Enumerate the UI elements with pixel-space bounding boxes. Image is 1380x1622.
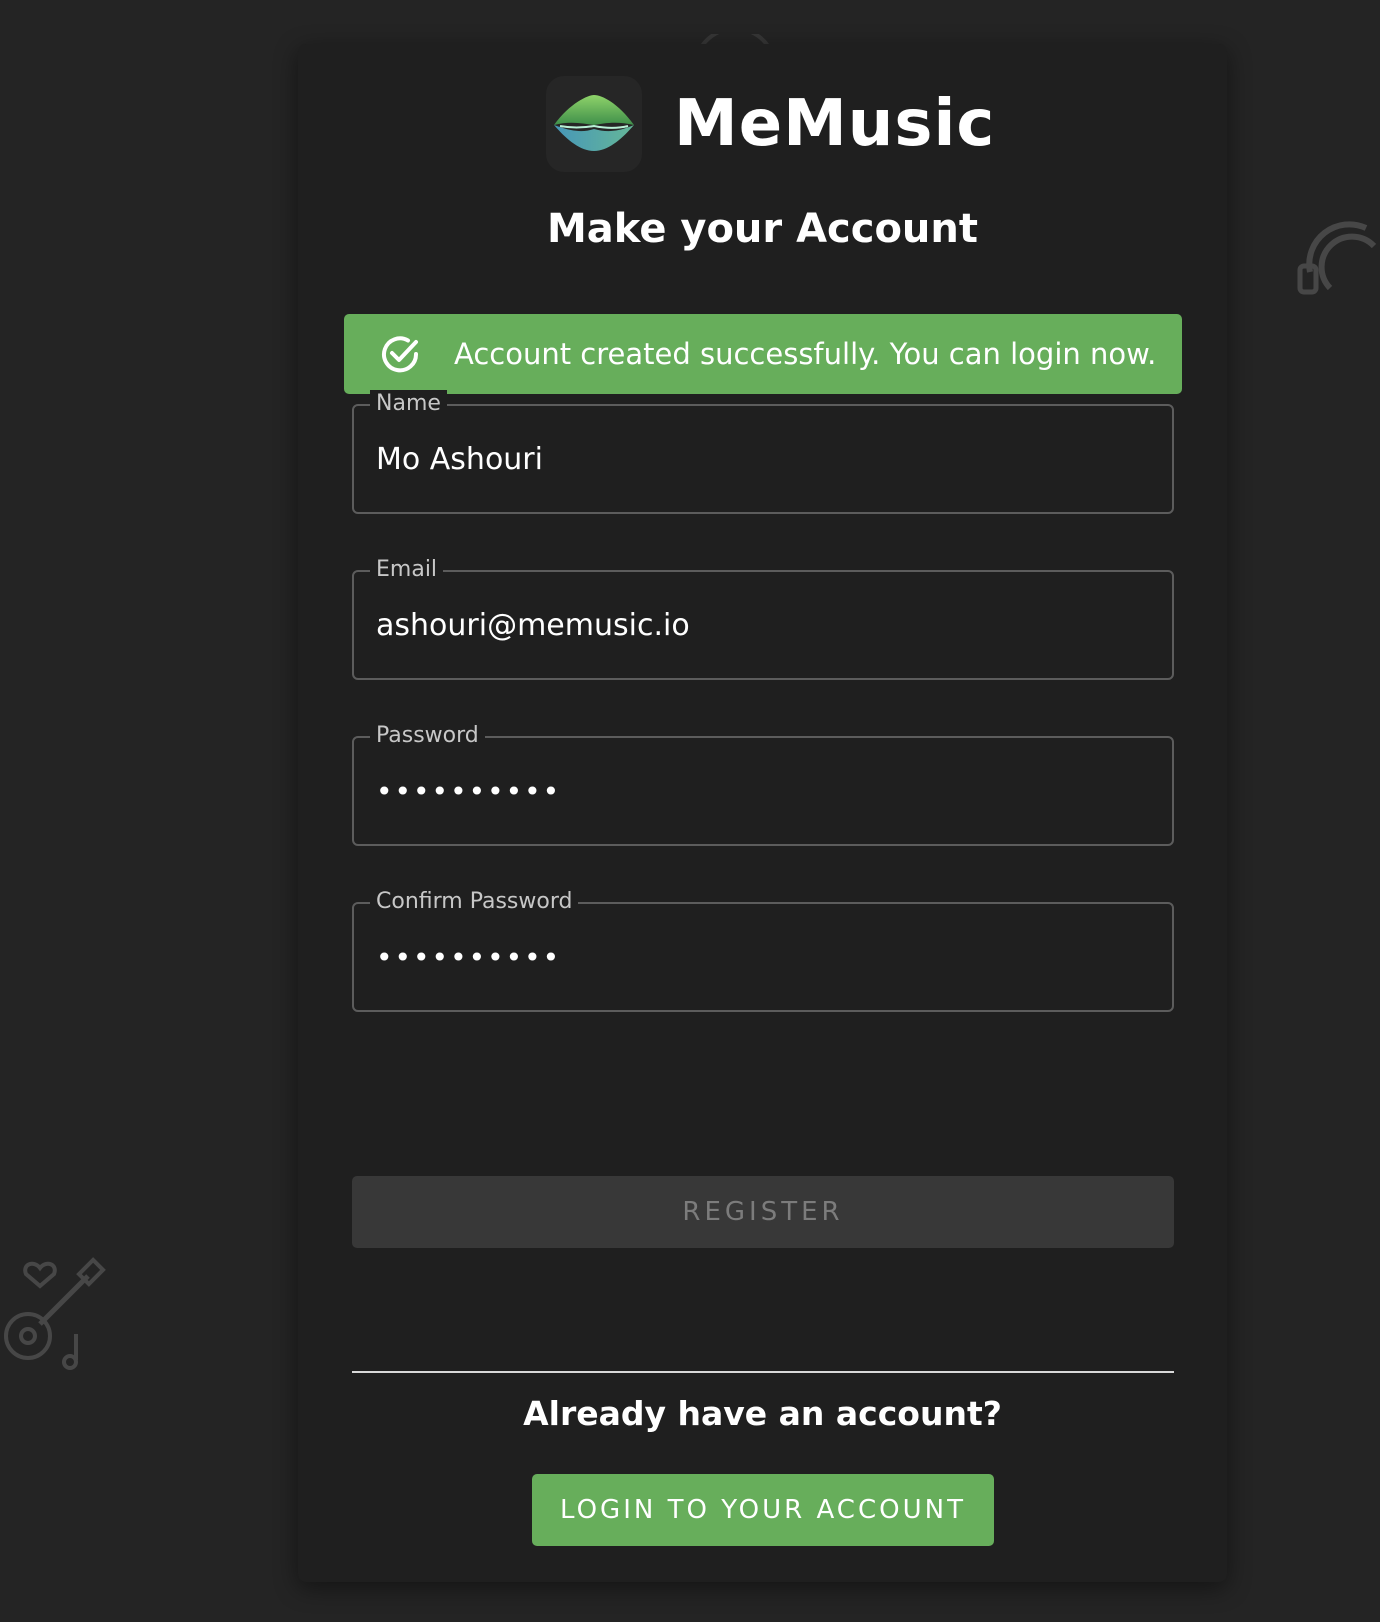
page-title: Make your Account — [547, 206, 978, 252]
page-background: MeMusic Make your Account Account create… — [0, 0, 1380, 1622]
name-input[interactable]: Mo Ashouri — [376, 440, 543, 480]
confirm-password-label: Confirm Password — [370, 888, 579, 916]
brand-header: MeMusic — [546, 76, 995, 172]
guitar-icon — [4, 1257, 106, 1370]
memusic-logo — [546, 76, 642, 172]
login-prompt: Already have an account? — [523, 1394, 1002, 1433]
password-label: Password — [370, 722, 485, 750]
register-card: MeMusic Make your Account Account create… — [298, 44, 1227, 1582]
email-field[interactable]: Email ashouri@memusic.io — [352, 556, 1174, 680]
alert-message: Account created successfully. You can lo… — [454, 337, 1157, 371]
confirm-password-input[interactable]: •••••••••• — [376, 938, 561, 978]
email-label: Email — [370, 556, 444, 584]
sound-wave-icon — [554, 95, 634, 151]
password-input[interactable]: •••••••••• — [376, 772, 561, 812]
confirm-password-field[interactable]: Confirm Password •••••••••• — [352, 888, 1174, 1012]
register-button[interactable]: REGISTER — [352, 1176, 1174, 1248]
login-button[interactable]: LOGIN TO YOUR ACCOUNT — [532, 1474, 994, 1546]
password-field[interactable]: Password •••••••••• — [352, 722, 1174, 846]
headphones-icon — [1297, 221, 1377, 295]
name-field[interactable]: Name Mo Ashouri — [352, 390, 1174, 514]
email-input[interactable]: ashouri@memusic.io — [376, 606, 690, 646]
divider — [352, 1371, 1174, 1373]
name-label: Name — [370, 390, 447, 418]
brand-name: MeMusic — [674, 87, 996, 161]
check-circle-icon — [382, 336, 419, 373]
success-alert: Account created successfully. You can lo… — [344, 314, 1182, 394]
